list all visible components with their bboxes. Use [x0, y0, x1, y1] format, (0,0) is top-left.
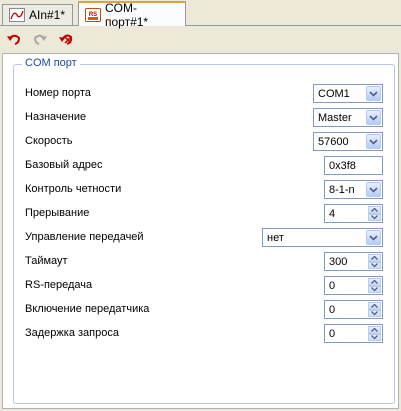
port-number-dropdown[interactable]: COM1: [313, 84, 383, 103]
chevron-down-icon[interactable]: [366, 86, 381, 101]
spin-up-icon[interactable]: [368, 206, 381, 214]
spin-down-icon[interactable]: [368, 333, 381, 341]
field-parity: Контроль четности 8-1-n: [14, 179, 394, 201]
group-title: COM порт: [22, 57, 80, 69]
field-rs-transmit: RS-передача 0: [14, 275, 394, 297]
field-request-delay: Задержка запроса 0: [14, 323, 394, 345]
field-label: Включение передатчика: [25, 303, 150, 315]
spin-down-icon[interactable]: [368, 309, 381, 317]
field-value: нет: [267, 232, 284, 244]
field-label: Базовый адрес: [25, 159, 103, 171]
field-value: 0: [329, 280, 336, 292]
spin-down-icon[interactable]: [368, 285, 381, 293]
tab-label: COM-порт#1*: [105, 0, 149, 29]
tab-strip: AIn#1* RS COM-порт#1*: [0, 0, 401, 29]
field-label: Управление передачей: [25, 231, 144, 243]
revert-button[interactable]: [56, 29, 76, 49]
spinner-buttons[interactable]: [368, 302, 381, 317]
spinner-buttons[interactable]: [368, 326, 381, 341]
field-value: 4: [329, 208, 336, 220]
field-value: 300: [329, 256, 348, 268]
chevron-down-icon[interactable]: [366, 182, 381, 197]
field-label: Таймаут: [25, 255, 68, 267]
chevron-down-icon[interactable]: [366, 134, 381, 149]
spin-up-icon[interactable]: [368, 326, 381, 334]
rs-transmit-spinner[interactable]: 0: [324, 276, 383, 295]
undo-button[interactable]: [4, 29, 24, 49]
redo-icon: [33, 34, 47, 45]
field-label: Номер порта: [25, 87, 91, 99]
field-label: Прерывание: [25, 207, 90, 219]
purpose-dropdown[interactable]: Master: [313, 108, 383, 127]
settings-panel: COM порт Номер порта COM1 Назначение Mas…: [2, 53, 399, 409]
spinner-buttons[interactable]: [368, 206, 381, 221]
field-port-number: Номер порта COM1: [14, 83, 394, 105]
tab-com-port[interactable]: RS COM-порт#1*: [78, 0, 186, 29]
field-value: 8-1-n: [329, 184, 355, 196]
tab-ain[interactable]: AIn#1*: [2, 4, 73, 25]
base-address-input[interactable]: 0x3f8: [324, 156, 383, 175]
spinner-buttons[interactable]: [368, 278, 381, 293]
spinner-buttons[interactable]: [368, 254, 381, 269]
timeout-spinner[interactable]: 300: [324, 252, 383, 271]
request-delay-spinner[interactable]: 0: [324, 324, 383, 343]
com-port-group: COM порт Номер порта COM1 Назначение Mas…: [13, 57, 395, 404]
field-value: COM1: [318, 88, 350, 100]
flow-control-dropdown[interactable]: нет: [262, 228, 383, 247]
parity-dropdown[interactable]: 8-1-n: [324, 180, 383, 199]
tab-label: AIn#1*: [29, 8, 66, 22]
chevron-down-icon[interactable]: [366, 110, 381, 125]
field-value: Master: [318, 112, 352, 124]
analog-input-icon: [9, 8, 25, 22]
field-timeout: Таймаут 300: [14, 251, 394, 273]
field-speed: Скорость 57600: [14, 131, 394, 153]
field-value: 0x3f8: [329, 160, 356, 172]
rs232-icon: RS: [85, 7, 101, 22]
spin-down-icon[interactable]: [368, 261, 381, 269]
chevron-down-icon[interactable]: [366, 230, 381, 245]
field-label: Задержка запроса: [25, 327, 119, 339]
field-value: 0: [329, 304, 336, 316]
toolbar: [0, 27, 401, 51]
field-label: Скорость: [25, 135, 73, 147]
field-value: 57600: [318, 136, 349, 148]
spin-up-icon[interactable]: [368, 302, 381, 310]
field-value: 0: [329, 328, 336, 340]
spin-up-icon[interactable]: [368, 278, 381, 286]
revert-icon: [59, 34, 73, 45]
redo-button[interactable]: [30, 29, 50, 49]
field-purpose: Назначение Master: [14, 107, 394, 129]
speed-dropdown[interactable]: 57600: [313, 132, 383, 151]
spin-down-icon[interactable]: [368, 213, 381, 221]
interrupt-spinner[interactable]: 4: [324, 204, 383, 223]
field-transmitter-enable: Включение передатчика 0: [14, 299, 394, 321]
transmitter-enable-spinner[interactable]: 0: [324, 300, 383, 319]
field-base-address: Базовый адрес 0x3f8: [14, 155, 394, 177]
spin-up-icon[interactable]: [368, 254, 381, 262]
field-flow-control: Управление передачей нет: [14, 227, 394, 249]
field-label: RS-передача: [25, 279, 93, 291]
undo-icon: [7, 34, 21, 45]
field-interrupt: Прерывание 4: [14, 203, 394, 225]
field-label: Назначение: [25, 111, 87, 123]
field-label: Контроль четности: [25, 183, 122, 195]
